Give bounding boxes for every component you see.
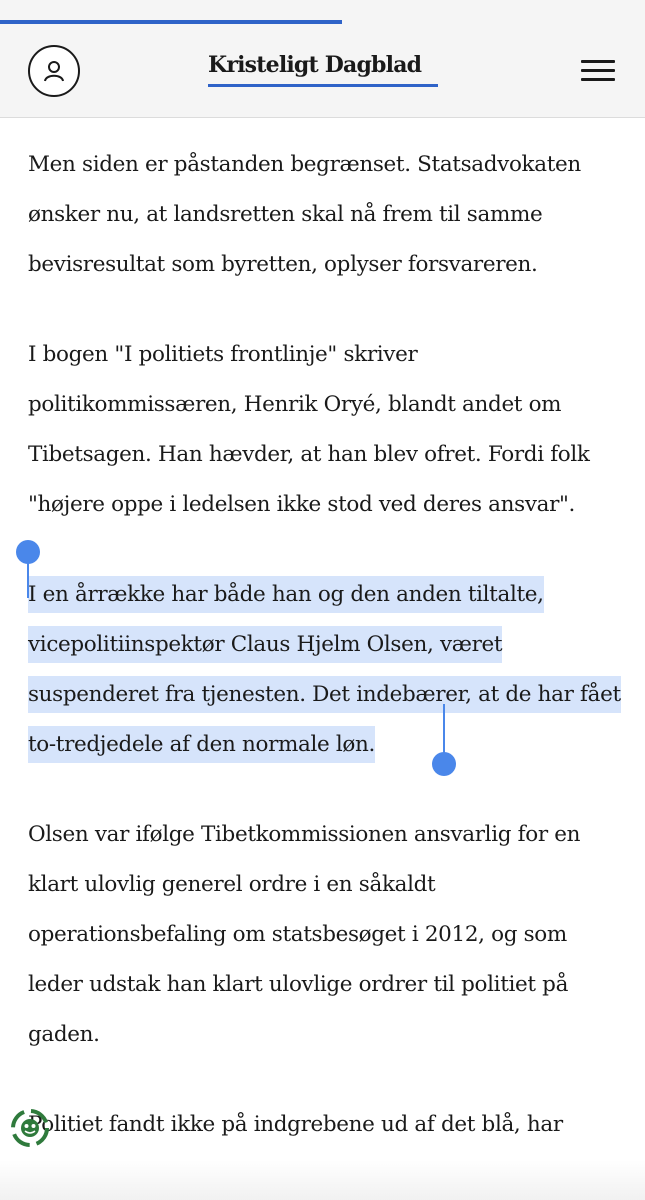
article-paragraph-selected[interactable]: I en årrække har både han og den anden t… xyxy=(16,540,623,776)
floating-widget-button[interactable] xyxy=(10,1108,50,1148)
user-icon xyxy=(44,61,64,82)
account-button[interactable] xyxy=(28,45,80,97)
site-header: Kristeligt Dagblad xyxy=(0,0,645,118)
menu-button[interactable] xyxy=(581,58,617,84)
recycle-assistant-icon xyxy=(11,1109,49,1147)
article-paragraph: Olsen var ifølge Tibetkommissionen ansva… xyxy=(28,822,581,1047)
selection-start-handle[interactable] xyxy=(16,540,40,602)
selection-end-handle[interactable] xyxy=(432,704,456,776)
hamburger-menu-icon-bar xyxy=(581,69,615,72)
article-body: Men siden er påstanden begrænset. Statsa… xyxy=(16,140,623,1190)
selection-start-stem xyxy=(27,562,29,598)
logo-underline xyxy=(208,84,438,87)
selection-end-stem xyxy=(443,704,445,754)
reading-progress-fill xyxy=(0,20,342,24)
selection-start-knob[interactable] xyxy=(16,540,40,564)
article-paragraph: Politiet fandt ikke på indgrebene ud af … xyxy=(28,1112,563,1137)
selected-text[interactable]: I en årrække har både han og den anden t… xyxy=(28,576,621,763)
hamburger-menu-icon-bar xyxy=(581,78,615,81)
article-paragraph: Men siden er påstanden begrænset. Statsa… xyxy=(28,152,581,277)
site-logo[interactable]: Kristeligt Dagblad xyxy=(208,50,422,80)
article-paragraph: I bogen "I politiets frontlinje" skriver… xyxy=(28,342,590,517)
selection-end-knob[interactable] xyxy=(432,752,456,776)
hamburger-menu-icon xyxy=(581,60,615,63)
reading-progress-bar xyxy=(0,20,645,24)
